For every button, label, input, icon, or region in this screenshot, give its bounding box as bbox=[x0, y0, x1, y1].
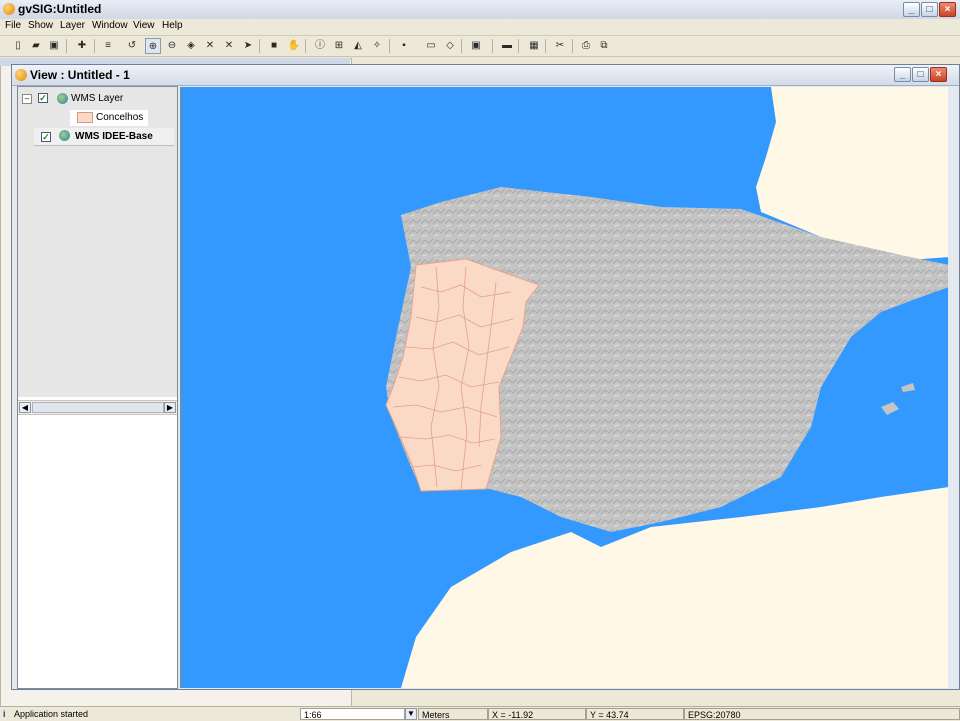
view-title: View : Untitled - 1 bbox=[30, 68, 130, 82]
menu-window[interactable]: Window bbox=[92, 20, 128, 31]
view-logo-icon bbox=[15, 69, 27, 81]
units-field: Meters bbox=[418, 708, 488, 720]
zoom-layer-icon[interactable]: ◈ bbox=[183, 38, 199, 54]
zoom-previous-icon[interactable]: ↺ bbox=[124, 38, 140, 54]
locator-icon[interactable]: ■ bbox=[266, 38, 282, 54]
layer-checkbox-wms-idee[interactable]: ✓ bbox=[41, 132, 51, 142]
toolbar: ▯ ▰ ▣ ✚ ≡ ↺ ⊕ ⊖ ◈ ✕ ✕ ➤ ■ ✋ ⓘ ⊞ ◭ ✧ ▪ ▭ … bbox=[0, 36, 960, 57]
gvsig-logo-icon bbox=[3, 3, 15, 15]
y-coordinate: Y = 43.74 bbox=[586, 708, 684, 720]
balearic-islands bbox=[881, 383, 915, 415]
wms-globe-icon bbox=[57, 93, 68, 104]
graphic-icon[interactable]: ▣ bbox=[468, 38, 484, 54]
new-file-icon[interactable]: ▯ bbox=[10, 38, 26, 54]
info-status-icon: i bbox=[3, 709, 6, 719]
scroll-thumb[interactable] bbox=[32, 402, 164, 413]
legend-label-concelhos: Concelhos bbox=[96, 112, 144, 123]
menu-view[interactable]: View bbox=[133, 20, 155, 31]
layer-checkbox-wms-layer[interactable]: ✓ bbox=[38, 93, 48, 103]
maximize-button[interactable]: □ bbox=[921, 2, 938, 17]
map-canvas[interactable] bbox=[180, 87, 948, 688]
scale-field[interactable]: 1:66 bbox=[300, 708, 405, 720]
app-title: gvSIG:Untitled bbox=[18, 2, 102, 16]
pan-view-icon[interactable]: ➤ bbox=[240, 38, 256, 54]
select-by-rectangle-icon[interactable]: ▪ bbox=[396, 38, 412, 54]
menu-file[interactable]: File bbox=[5, 20, 21, 31]
status-message: Application started bbox=[14, 709, 89, 719]
menu-show[interactable]: Show bbox=[28, 20, 53, 31]
scroll-left-icon[interactable]: ◀ bbox=[19, 402, 31, 413]
scroll-right-icon[interactable]: ▶ bbox=[164, 402, 176, 413]
tools-icon[interactable]: ✂ bbox=[552, 38, 568, 54]
layer-name-wms-layer[interactable]: WMS Layer bbox=[71, 91, 123, 106]
app-titlebar[interactable] bbox=[0, 0, 960, 20]
zoom-extent-icon[interactable]: ✕ bbox=[221, 38, 237, 54]
status-bar: i Application started 1:66 ▼ Meters X = … bbox=[0, 706, 960, 721]
export-icon[interactable]: ⧉ bbox=[596, 38, 612, 54]
minimize-button[interactable]: _ bbox=[903, 2, 920, 17]
collapse-toggle-icon[interactable]: – bbox=[22, 94, 32, 104]
x-coordinate: X = -11.92 bbox=[488, 708, 586, 720]
add-layer-icon[interactable]: ✚ bbox=[74, 38, 90, 54]
grid-icon[interactable]: ▦ bbox=[526, 38, 542, 54]
print-layout-icon[interactable]: ⎙ bbox=[578, 38, 594, 54]
legend-swatch-concelhos bbox=[77, 112, 93, 123]
menu-help[interactable]: Help bbox=[162, 20, 183, 31]
view-maximize-button[interactable]: □ bbox=[912, 67, 929, 82]
toc-horizontal-scrollbar[interactable]: ◀ ▶ bbox=[18, 400, 177, 415]
polygon-icon[interactable]: ◇ bbox=[442, 38, 458, 54]
open-folder-icon[interactable]: ▰ bbox=[28, 38, 44, 54]
save-icon[interactable]: ▣ bbox=[46, 38, 62, 54]
zoom-in-icon[interactable]: ⊕ bbox=[145, 38, 161, 54]
view-titlebar[interactable] bbox=[12, 65, 959, 86]
layers-icon[interactable]: ≡ bbox=[100, 38, 116, 54]
rectangle-icon[interactable]: ▭ bbox=[423, 38, 439, 54]
menu-bar: File Show Layer Window View Help bbox=[0, 19, 960, 36]
wms-globe-icon-2 bbox=[59, 130, 70, 141]
close-button[interactable]: × bbox=[939, 2, 956, 17]
measure-distance-icon[interactable]: ⊞ bbox=[331, 38, 347, 54]
select-icon[interactable]: ✧ bbox=[369, 38, 385, 54]
measure-area-icon[interactable]: ◭ bbox=[350, 38, 366, 54]
menu-layer[interactable]: Layer bbox=[60, 20, 85, 31]
view-minimize-button[interactable]: _ bbox=[894, 67, 911, 82]
scale-dropdown-icon[interactable]: ▼ bbox=[405, 708, 417, 720]
map-svg bbox=[385, 87, 948, 688]
view-close-button[interactable]: × bbox=[930, 67, 947, 82]
annotation-icon[interactable]: ▬ bbox=[499, 38, 515, 54]
layer-name-wms-idee[interactable]: WMS IDEE-Base bbox=[75, 129, 153, 144]
info-icon[interactable]: ⓘ bbox=[312, 38, 328, 54]
zoom-out-icon[interactable]: ⊖ bbox=[164, 38, 180, 54]
crs-field: EPSG:20780 bbox=[684, 708, 960, 720]
zoom-full-icon[interactable]: ✕ bbox=[202, 38, 218, 54]
pan-hand-icon[interactable]: ✋ bbox=[286, 38, 302, 54]
